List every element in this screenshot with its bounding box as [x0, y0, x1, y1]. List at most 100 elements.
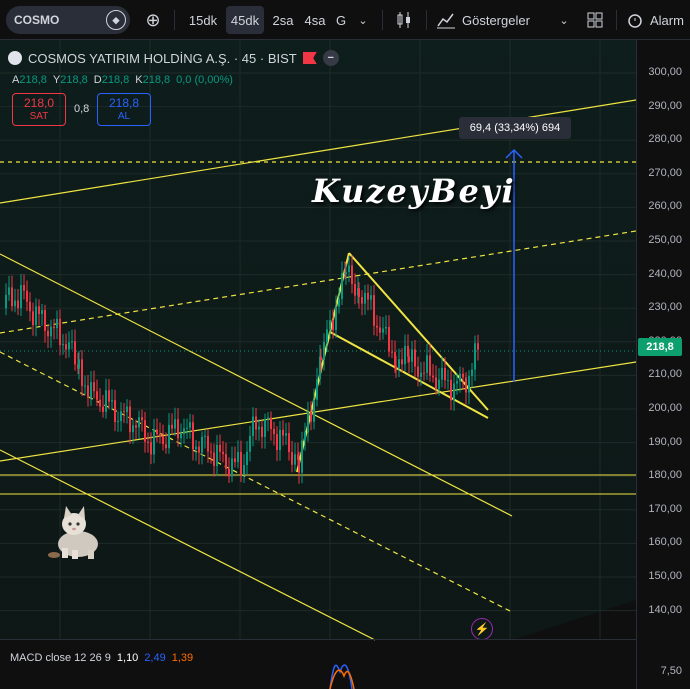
- candle-body: [304, 432, 306, 441]
- candle-body: [108, 390, 110, 402]
- candle-body: [20, 284, 22, 309]
- candle-body: [270, 417, 272, 429]
- divider: [382, 10, 383, 30]
- buy-price: 218,8: [108, 95, 140, 110]
- candle-body: [477, 343, 479, 350]
- ohlc-close: K218,8: [135, 74, 171, 86]
- layout-icon[interactable]: [584, 6, 606, 34]
- candle-body: [222, 451, 224, 455]
- candle-body: [195, 446, 197, 450]
- candle-body: [279, 429, 281, 451]
- candle-body: [341, 273, 343, 300]
- price-tick: 300,00: [648, 66, 682, 78]
- candle-body: [276, 434, 278, 451]
- measure-label: 69,4 (33,34%) 694: [459, 117, 571, 139]
- macd-value-1: 1,10: [116, 652, 139, 664]
- price-axis[interactable]: 300,00 290,00 280,00 270,00 260,00 250,00 240,…: [636, 40, 690, 689]
- candle-body: [335, 306, 337, 331]
- price-tick: 290,00: [648, 99, 682, 112]
- divider: [426, 10, 427, 30]
- collapse-icon[interactable]: −: [322, 50, 339, 66]
- macd-legend[interactable]: MACD close 12 26 9 1,10 2,49 1,39: [10, 652, 193, 664]
- candle-body: [126, 406, 128, 413]
- candle-body: [417, 366, 419, 377]
- candle-body: [117, 421, 119, 423]
- candle-body: [23, 284, 25, 291]
- candle-body: [11, 287, 13, 307]
- interval-4sa[interactable]: 4sa: [300, 6, 330, 34]
- candle-body: [348, 265, 350, 273]
- candle-body: [432, 375, 434, 378]
- candle-body: [447, 379, 449, 381]
- divider: [616, 10, 617, 30]
- sell-label: SAT: [29, 110, 49, 122]
- price-tick: 250,00: [648, 234, 682, 246]
- candle-body: [87, 385, 89, 398]
- symbol-search[interactable]: COSMO ◆: [6, 6, 130, 34]
- candle-body: [395, 365, 397, 369]
- candle-body: [273, 428, 275, 435]
- add-compare-icon[interactable]: ⊕: [142, 6, 164, 34]
- candle-body: [264, 419, 266, 437]
- interval-2sa[interactable]: 2sa: [268, 6, 298, 34]
- candle-body: [373, 295, 375, 326]
- candle-body: [379, 327, 381, 333]
- price-tick: 210,00: [648, 368, 682, 381]
- candle-body: [120, 411, 122, 422]
- flag-icon[interactable]: [302, 52, 317, 64]
- candle-body: [310, 411, 312, 422]
- candle-body: [243, 465, 245, 475]
- indicators-button[interactable]: Göstergeler: [436, 6, 548, 34]
- candle-body: [225, 454, 227, 469]
- candle-body: [147, 441, 149, 443]
- alarm-label: Alarm: [650, 12, 684, 28]
- candle-body: [345, 272, 347, 275]
- candle-body: [388, 326, 390, 352]
- interval-g[interactable]: G: [332, 6, 350, 34]
- candle-body: [93, 382, 95, 392]
- chevron-down-icon[interactable]: ⌄: [556, 6, 572, 34]
- candle-body: [301, 440, 303, 473]
- candle-body: [68, 342, 70, 350]
- sell-button[interactable]: 218,0 SAT: [12, 93, 66, 126]
- candle-body: [329, 320, 331, 330]
- candle-body: [450, 379, 452, 401]
- candle-body: [90, 382, 92, 398]
- candle-body: [8, 287, 10, 295]
- interval-15dk[interactable]: 15dk: [184, 6, 222, 34]
- candle-body: [364, 292, 366, 304]
- alarm-button[interactable]: Alarm: [626, 6, 690, 34]
- last-price-tag: 218,8: [638, 338, 682, 356]
- buy-button[interactable]: 218,8 AL: [97, 93, 151, 126]
- watermark-text: KuzeyBeyi: [312, 172, 516, 210]
- price-tick: 180,00: [648, 469, 682, 482]
- candle-body: [323, 342, 325, 360]
- candle-body: [255, 416, 257, 430]
- interval-45dk[interactable]: 45dk: [226, 6, 264, 34]
- candle-body: [162, 436, 164, 445]
- lightning-icon[interactable]: ⚡: [471, 618, 493, 640]
- candle-body: [144, 420, 146, 442]
- candle-body: [177, 419, 179, 439]
- candle-body: [267, 417, 269, 420]
- price-tick: 160,00: [648, 536, 682, 549]
- candle-body: [401, 359, 403, 365]
- candle-type-icon[interactable]: [392, 6, 416, 34]
- candle-body: [204, 435, 206, 437]
- price-chart[interactable]: [0, 40, 690, 689]
- indicators-label: Göstergeler: [462, 12, 530, 28]
- candle-body: [84, 385, 86, 387]
- chevron-down-icon[interactable]: ⌄: [354, 6, 372, 34]
- candle-body: [53, 326, 55, 329]
- candle-body: [307, 411, 309, 433]
- candle-body: [429, 355, 431, 376]
- candle-body: [351, 265, 353, 284]
- candle-body: [240, 452, 242, 475]
- candle-body: [237, 452, 239, 463]
- candle-body: [26, 290, 28, 302]
- candle-body: [376, 325, 378, 328]
- pane-divider[interactable]: [0, 639, 690, 640]
- compare-icon[interactable]: ◆: [106, 10, 126, 30]
- alarm-icon: [628, 14, 642, 28]
- symbol-legend[interactable]: COSMOS YATIRIM HOLDİNG A.Ş. · 45 · BIST …: [8, 50, 339, 66]
